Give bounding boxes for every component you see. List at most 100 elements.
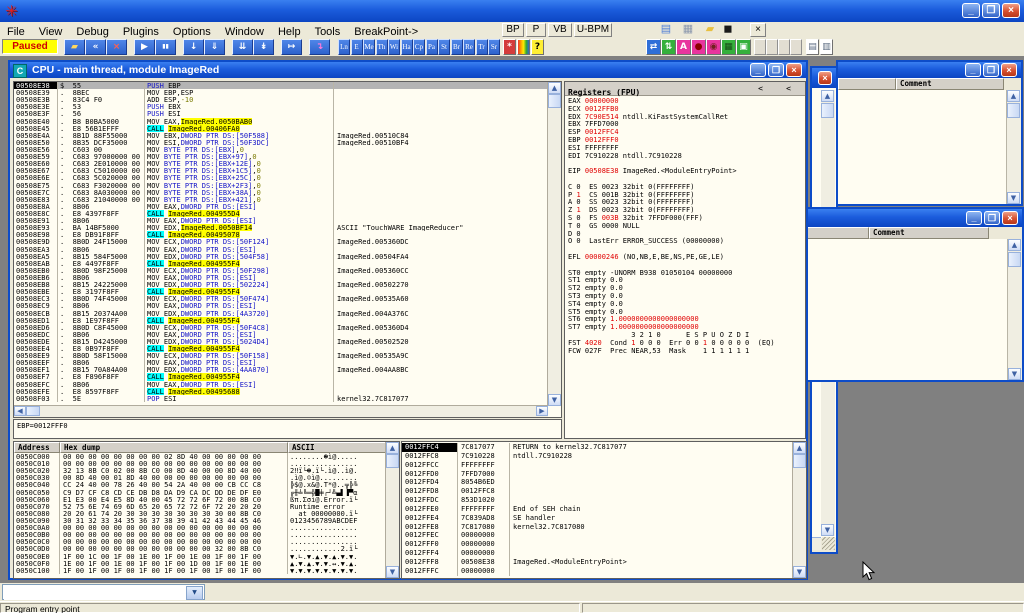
collapse-arrow-icon[interactable]: < [786,82,791,95]
analyze-a-button[interactable]: A [676,39,691,55]
disasm-row[interactable]: 00508E45. E8 56B1EFFFCALL ImageRed.00406… [14,125,548,132]
disasm-row[interactable]: 00508EEF. 8B06MOV EAX,DWORD PTR DS:[ESI] [14,359,548,366]
register-line[interactable]: EDI 7C910228 ntdll.7C910228 [565,152,805,160]
disasm-row[interactable]: 00508E93. BA 14BF5000MOV EDX,ImageRed.00… [14,224,548,231]
disasm-row[interactable]: 00508EB8. 8B15 24225000MOV EDX,DWORD PTR… [14,281,548,288]
disasm-row[interactable]: 00508ECB. 8B15 20374A00MOV EDX,DWORD PTR… [14,310,548,317]
register-line[interactable]: ST0 empty -UNORM B938 01050104 00000000 [565,269,805,277]
panel-button-th[interactable]: Th [376,39,388,55]
stack-row[interactable]: 0012FFD80012FFC8 [402,487,793,496]
disasm-row[interactable]: 00508E56. C603 00MOV BYTE PTR DS:[EBX],0 [14,146,548,153]
dump-row[interactable]: 0050C09030 31 32 33 34 35 36 37 38 39 41… [14,517,386,524]
disasm-row[interactable]: 00508E3F. 56PUSH ESI [14,110,548,117]
disasm-row[interactable]: 00508EE9. 8B0D 58F15000MOV ECX,DWORD PTR… [14,352,548,359]
save-icon[interactable]: ▦ [680,23,696,37]
disasm-row[interactable]: 00508E67. C683 C5010000 00MOV BYTE PTR D… [14,167,548,174]
disasm-row[interactable]: 00508E7C. C683 8A030000 00MOV BYTE PTR D… [14,189,548,196]
register-line[interactable]: FST 4020 Cond 1 0 0 0 Err 0 0 1 0 0 0 0 … [565,339,805,347]
vertical-scrollbar[interactable]: ▲ ▼ [792,442,806,578]
register-line[interactable]: D 0 [565,230,805,238]
register-line[interactable]: ST6 empty 1.0000000000000000000 [565,315,805,323]
disasm-row[interactable]: 00508E60. C683 2E010000 00MOV BYTE PTR D… [14,160,548,167]
scroll-down-icon[interactable]: ▼ [1008,368,1021,380]
comment-window-top-content[interactable] [838,90,1007,204]
dump-row[interactable]: 0050C0B000 00 00 00 00 00 00 00 00 00 00… [14,531,386,538]
disasm-row[interactable]: 00508EAB. E8 4497F8FFCALL ImageRed.00495… [14,260,548,267]
menu-button-p[interactable]: P [526,23,546,37]
scroll-up-icon[interactable]: ▲ [386,442,399,454]
scroll-up-icon[interactable]: ▲ [1007,90,1020,102]
vertical-scrollbar[interactable]: ▲ ▼ [385,442,399,578]
appearance-button[interactable] [517,39,530,55]
register-line[interactable]: EBP 0012FFF0 [565,136,805,144]
disasm-row[interactable]: 00508EDE. 8B15 D4245000MOV EDX,DWORD PTR… [14,338,548,345]
disasm-row[interactable]: 00508EC3. 8B0D 74F45000MOV ECX,DWORD PTR… [14,295,548,302]
register-line[interactable]: EAX 00000000 [565,97,805,105]
step-into-button[interactable]: ↓ [183,39,204,55]
disasm-row[interactable]: 00508EA5. 8B15 584F5000MOV EDX,DWORD PTR… [14,253,548,260]
dump-row[interactable]: 0050C050C9 D7 CF C8 CD CE DB D8 DA D9 CA… [14,489,386,496]
disasm-row[interactable]: 00508E40. B8 B0BA5000MOV EAX,ImageRed.00… [14,118,548,125]
panel-button-sr[interactable]: Sr [488,39,500,55]
stack-row[interactable]: 0012FFE87C817080kernel32.7C817080 [402,523,793,532]
disasm-row[interactable]: 00508EFC. 8B06MOV EAX,DWORD PTR DS:[ESI] [14,381,548,388]
stack-row[interactable]: 0012FFE0FFFFFFFFEnd of SEH chain [402,505,793,514]
minimize-button[interactable]: _ [962,3,980,18]
register-line[interactable] [565,175,805,183]
stack-row[interactable]: 0012FFDC853D1020 [402,496,793,505]
scroll-left-icon[interactable]: ◀ [14,406,26,416]
register-line[interactable]: P 1 CS 001B 32bit 0(FFFFFFFF) [565,191,805,199]
register-line[interactable]: EBX 7FFD7000 [565,120,805,128]
go-to-button[interactable]: ↴ [309,39,330,55]
register-line[interactable]: ST4 empty 0.0 [565,300,805,308]
empty-toolbar-button[interactable] [754,39,766,55]
pause-button[interactable]: ▮▮ [155,39,176,55]
stack-row[interactable]: 0012FFF800508E38ImageRed.<ModuleEntryPoi… [402,558,793,567]
register-line[interactable]: A 0 SS 0023 32bit 0(FFFFFFFF) [565,198,805,206]
disasm-row[interactable]: 00508E4A. 8B1D 88F55000MOV EBX,DWORD PTR… [14,132,548,139]
disasm-row[interactable]: 00508EB6. 8B06MOV EAX,DWORD PTR DS:[ESI] [14,274,548,281]
folder-icon[interactable]: ▰ [702,23,718,37]
scroll-up-icon[interactable]: ▲ [821,90,834,102]
disasm-row[interactable]: 00508EFE. E8 8597F8FFCALL ImageRed.00495… [14,388,548,395]
horizontal-scrollbar[interactable] [812,537,821,550]
register-line[interactable]: 3 2 1 0 E S P U O Z D I [565,331,805,339]
disasm-row[interactable]: 00508EB0. 8B0D 98F25000MOV ECX,DWORD PTR… [14,267,548,274]
panel-button-me[interactable]: Me [363,39,375,55]
comment-column-header[interactable]: Comment [869,227,989,239]
record-dot-button[interactable]: ● [691,39,706,55]
menu-button-bp[interactable]: BP [502,23,524,37]
dump-row[interactable]: 0050C0A000 00 00 00 00 00 00 00 00 00 00… [14,524,386,531]
disasm-row[interactable]: 00508EE4. E8 0B97F8FFCALL ImageRed.00495… [14,345,548,352]
run-button[interactable]: ▶ [134,39,155,55]
step-over-button[interactable]: ⇓ [204,39,225,55]
dump-row[interactable]: 0050C02032 13 8B C0 02 00 8B C0 00 8D 40… [14,467,386,474]
disasm-row[interactable]: 00508EBE. E8 3197F8FFCALL ImageRed.00495… [14,288,548,295]
stack-row[interactable]: 0012FFE47C839AD8SE handler [402,514,793,523]
scroll-thumb[interactable] [821,103,834,118]
comment-window-top[interactable]: _ ❐ × Comment ▲ ▼ [836,60,1023,206]
disasm-row[interactable]: 00508E59. C683 97000000 00MOV BYTE PTR D… [14,153,548,160]
window-frame-button[interactable]: ▣ [736,39,751,55]
vertical-scrollbar[interactable]: ▲ ▼ [1008,239,1022,380]
register-line[interactable]: ESP 0012FFC4 [565,128,805,136]
help-button[interactable]: ? [531,39,544,55]
close-icon[interactable]: × [1002,211,1018,225]
stack-row[interactable]: 0012FFF400000000 [402,549,793,558]
close-icon[interactable]: × [818,71,832,85]
stack-row[interactable]: 0012FFC87C910228ntdll.7C910228 [402,452,793,461]
comment-window-middle-title-bar[interactable]: _ ❐ × [792,209,1022,227]
panel-button-wi[interactable]: Wi [388,39,400,55]
dump-row[interactable]: 0050C0E01F 00 1C 00 1F 00 1E 00 1F 00 1E… [14,553,386,560]
disasm-row[interactable]: 00508E38$ 55PUSH EBP [14,82,548,89]
resize-grip[interactable] [822,537,835,550]
disasm-row[interactable]: 00508EF1. 8B15 70A84A00MOV EDX,DWORD PTR… [14,366,548,373]
register-line[interactable] [565,261,805,269]
disasm-row[interactable]: 00508E39. 8BECMOV EBP,ESP [14,89,548,96]
disasm-row[interactable]: 00508E98. E8 DB91F8FFCALL ImageRed.00495… [14,231,548,238]
menu-button-u-bpm[interactable]: U-BPM [574,23,612,37]
dump-address-header[interactable]: Address [14,442,60,453]
dump-ascii-header[interactable]: ASCII [288,442,386,453]
stack-row[interactable]: 0012FFF000000000 [402,540,793,549]
register-line[interactable]: T 0 GS 0000 NULL [565,222,805,230]
